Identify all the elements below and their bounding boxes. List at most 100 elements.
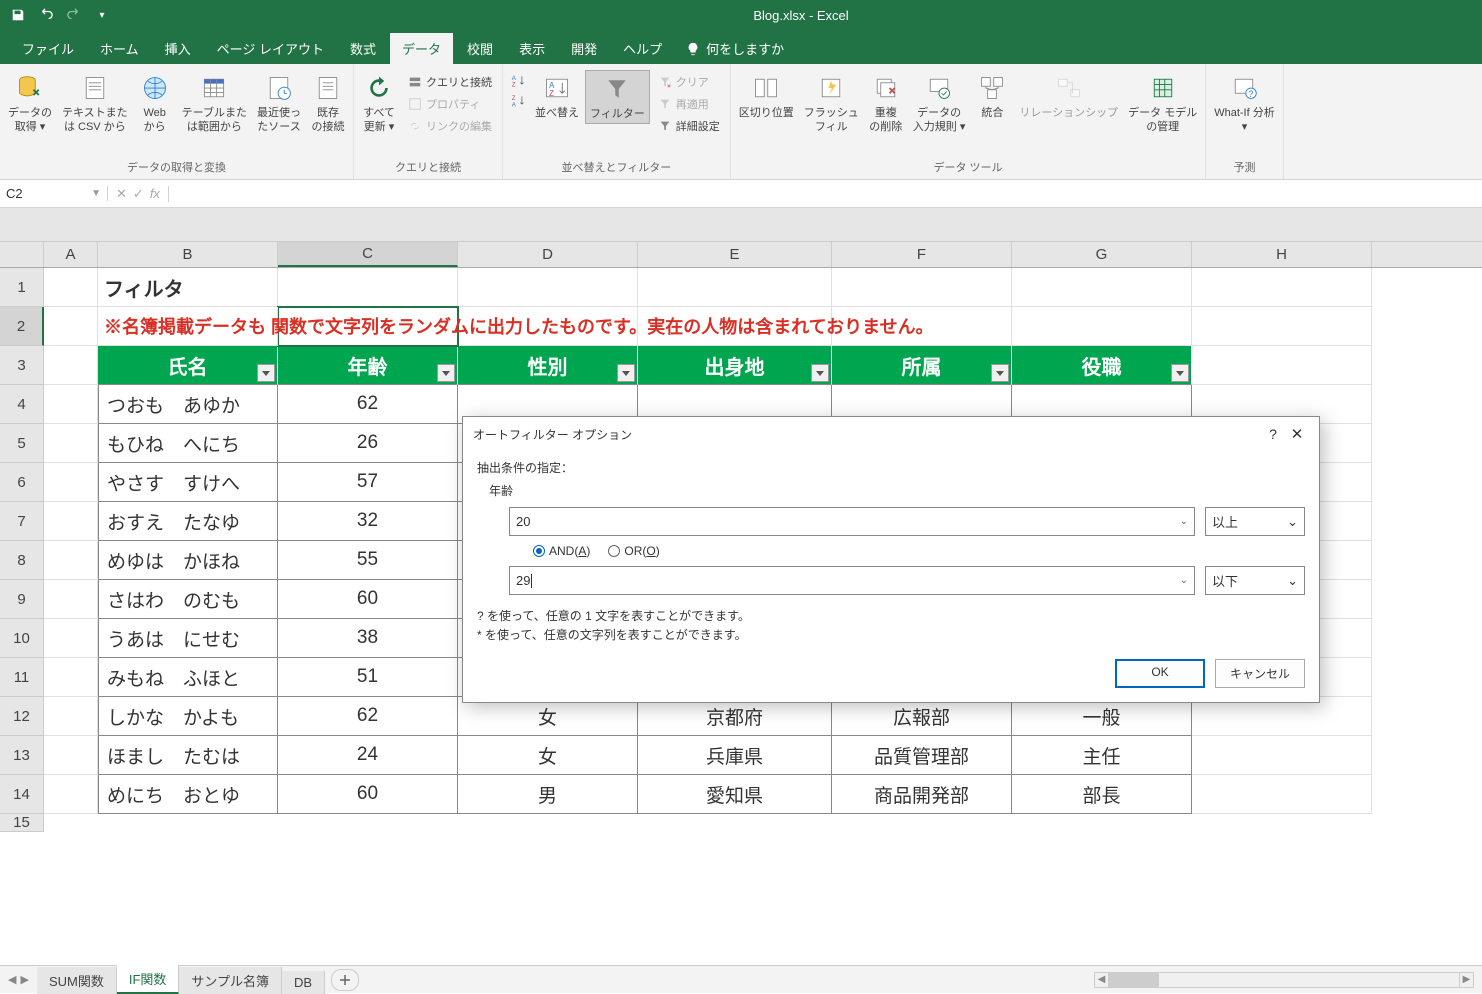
cancel-button[interactable]: キャンセル (1215, 659, 1305, 688)
cell-c5[interactable]: 26 (278, 424, 458, 463)
cell-a3[interactable] (44, 346, 98, 385)
qat-customize-icon[interactable]: ▾ (90, 3, 114, 27)
new-sheet-button[interactable] (331, 969, 359, 991)
cell-b11[interactable]: みもね ふほと (98, 658, 278, 697)
cell-b12[interactable]: しかな かよも (98, 697, 278, 736)
cell-c1[interactable] (278, 268, 458, 307)
data-validation-button[interactable]: データの 入力規則 ▾ (909, 70, 970, 137)
cell-a5[interactable] (44, 424, 98, 463)
cell-c4[interactable]: 62 (278, 385, 458, 424)
sheet-tab-sum[interactable]: SUM関数 (37, 967, 117, 994)
sheet-tab-db[interactable]: DB (282, 971, 325, 994)
cell-d13[interactable]: 女 (458, 736, 638, 775)
col-header-c[interactable]: C (278, 242, 458, 267)
cell-b9[interactable]: さはわ のむも (98, 580, 278, 619)
col-header-h[interactable]: H (1192, 242, 1372, 267)
row-header-7[interactable]: 7 (0, 502, 44, 541)
chevron-down-icon[interactable]: ⌄ (1287, 573, 1298, 589)
enter-formula-icon[interactable]: ✓ (133, 186, 144, 202)
cell-d14[interactable]: 男 (458, 775, 638, 814)
cell-d1[interactable] (458, 268, 638, 307)
col-header-g[interactable]: G (1012, 242, 1192, 267)
cell-e13[interactable]: 兵庫県 (638, 736, 832, 775)
row-header-14[interactable]: 14 (0, 775, 44, 814)
from-web-button[interactable]: Web から (134, 70, 176, 137)
advanced-filter-button[interactable]: 詳細設定 (656, 116, 722, 136)
filter-button[interactable]: フィルター (585, 70, 650, 124)
cell-b2[interactable]: ※名簿掲載データも 関数で文字列をランダムに出力したものです。実在の人物は含まれ… (98, 307, 278, 346)
chevron-down-icon[interactable]: ⌄ (1180, 575, 1188, 586)
sheet-tab-if[interactable]: IF関数 (117, 965, 180, 994)
cell-g2[interactable] (1012, 307, 1192, 346)
sheet-nav-prev[interactable]: ◀ (8, 973, 16, 986)
cell-a14[interactable] (44, 775, 98, 814)
horizontal-scrollbar[interactable]: ◀ ▶ (1094, 972, 1474, 988)
filter-dropdown-dept[interactable] (991, 364, 1009, 382)
cell-e14[interactable]: 愛知県 (638, 775, 832, 814)
filter-dropdown-sex[interactable] (617, 364, 635, 382)
criteria-value-1[interactable]: 20⌄ (509, 507, 1195, 536)
cell-h14[interactable] (1192, 775, 1372, 814)
what-if-button[interactable]: ?What-If 分析 ▾ (1210, 70, 1279, 137)
cell-c8[interactable]: 55 (278, 541, 458, 580)
cell-a6[interactable] (44, 463, 98, 502)
close-icon[interactable]: ✕ (1285, 425, 1309, 443)
sheet-tab-sample[interactable]: サンプル名簿 (179, 967, 282, 994)
row-header-12[interactable]: 12 (0, 697, 44, 736)
cell-c7[interactable]: 32 (278, 502, 458, 541)
remove-duplicates-button[interactable]: 重複 の削除 (865, 70, 907, 137)
table-header-name[interactable]: 氏名 (98, 346, 278, 385)
cell-c9[interactable]: 60 (278, 580, 458, 619)
col-header-b[interactable]: B (98, 242, 278, 267)
cell-h2[interactable] (1192, 307, 1372, 346)
col-header-a[interactable]: A (44, 242, 98, 267)
help-icon[interactable]: ? (1261, 426, 1285, 442)
tab-insert[interactable]: 挿入 (153, 33, 203, 64)
cancel-formula-icon[interactable]: ✕ (116, 186, 127, 202)
get-data-button[interactable]: データの 取得 ▾ (4, 70, 56, 137)
tab-file[interactable]: ファイル (10, 33, 86, 64)
table-header-age[interactable]: 年齢 (278, 346, 458, 385)
scrollbar-thumb[interactable] (1109, 973, 1159, 987)
tell-me-search[interactable]: 何をしますか (676, 33, 794, 64)
cell-a8[interactable] (44, 541, 98, 580)
cell-c10[interactable]: 38 (278, 619, 458, 658)
criteria-operator-1[interactable]: 以上⌄ (1205, 507, 1305, 536)
table-header-role[interactable]: 役職 (1012, 346, 1192, 385)
cell-h1[interactable] (1192, 268, 1372, 307)
row-header-10[interactable]: 10 (0, 619, 44, 658)
cell-b4[interactable]: つおも あゆか (98, 385, 278, 424)
chevron-down-icon[interactable]: ⌄ (1180, 516, 1188, 527)
cell-c12[interactable]: 62 (278, 697, 458, 736)
tab-view[interactable]: 表示 (507, 33, 557, 64)
cell-h3[interactable] (1192, 346, 1372, 385)
cell-g14[interactable]: 部長 (1012, 775, 1192, 814)
from-text-csv-button[interactable]: テキストまた は CSV から (58, 70, 132, 137)
ok-button[interactable]: OK (1115, 659, 1205, 688)
cell-c14[interactable]: 60 (278, 775, 458, 814)
tab-review[interactable]: 校閲 (455, 33, 505, 64)
tab-help[interactable]: ヘルプ (611, 33, 674, 64)
table-header-dept[interactable]: 所属 (832, 346, 1012, 385)
cell-g1[interactable] (1012, 268, 1192, 307)
row-header-8[interactable]: 8 (0, 541, 44, 580)
cell-a10[interactable] (44, 619, 98, 658)
cell-b7[interactable]: おすえ たなゆ (98, 502, 278, 541)
cell-a11[interactable] (44, 658, 98, 697)
cell-b8[interactable]: めゆは かほね (98, 541, 278, 580)
flash-fill-button[interactable]: フラッシュ フィル (800, 70, 863, 137)
sort-desc-button[interactable]: ZA (509, 92, 527, 110)
text-to-columns-button[interactable]: 区切り位置 (735, 70, 798, 122)
tab-page-layout[interactable]: ページ レイアウト (205, 33, 336, 64)
row-header-6[interactable]: 6 (0, 463, 44, 502)
cell-b5[interactable]: もひね へにち (98, 424, 278, 463)
sheet-nav-next[interactable]: ▶ (20, 973, 28, 986)
cell-e1[interactable] (638, 268, 832, 307)
refresh-all-button[interactable]: すべて 更新 ▾ (358, 70, 400, 137)
cell-b1[interactable]: フィルタ (98, 268, 278, 307)
criteria-operator-2[interactable]: 以下⌄ (1205, 566, 1305, 595)
sort-button[interactable]: AZ並べ替え (531, 70, 583, 122)
from-table-button[interactable]: テーブルまた は範囲から (178, 70, 251, 137)
row-header-2[interactable]: 2 (0, 307, 44, 346)
criteria-value-2[interactable]: 29⌄ (509, 566, 1195, 595)
